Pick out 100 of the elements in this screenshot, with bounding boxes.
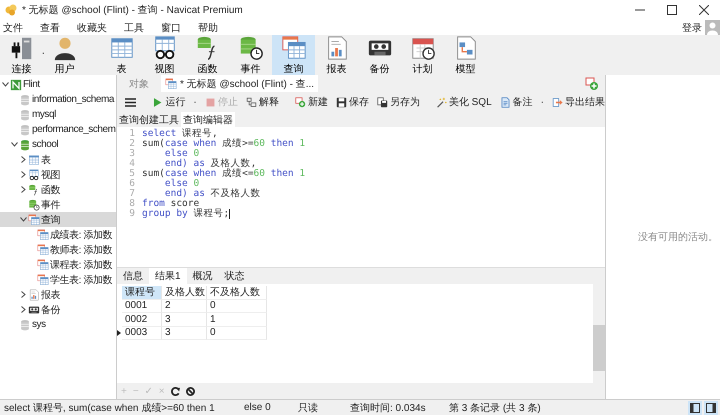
new-query-tab-icon[interactable] bbox=[585, 76, 599, 90]
table-cell: 0001 bbox=[122, 300, 162, 313]
line-number: 8 bbox=[128, 199, 136, 209]
line-number: 9 bbox=[128, 209, 136, 219]
cancel-icon[interactable] bbox=[186, 386, 195, 396]
line-number: 3 bbox=[128, 149, 136, 159]
code-line: sum(case when 成绩<=60 then 1 bbox=[142, 169, 306, 179]
code-line: select 课程号, bbox=[142, 129, 218, 139]
tree-item[interactable]: 成绩表: 添加数 bbox=[0, 227, 116, 242]
menu-item[interactable]: 文件 bbox=[0, 20, 29, 34]
tree-item[interactable]: 课程表: 添加数 bbox=[0, 257, 116, 272]
tree-item[interactable]: information_schema bbox=[0, 92, 116, 107]
tree-item[interactable]: 备份 bbox=[0, 302, 116, 317]
tree-label: 事件 bbox=[41, 198, 60, 212]
table-cell: 0 bbox=[207, 326, 267, 340]
editor-tab[interactable]: 查询编辑器 bbox=[181, 112, 235, 127]
tree-item[interactable]: 报表 bbox=[0, 287, 116, 302]
menu-item[interactable]: 窗口 bbox=[158, 20, 187, 34]
tree-item[interactable]: 事件 bbox=[0, 197, 116, 212]
menu-item[interactable]: 工具 bbox=[121, 20, 150, 34]
query-table-icon bbox=[37, 228, 49, 240]
status-text: 查询时间: 0.034s bbox=[349, 402, 427, 415]
close-icon[interactable] bbox=[699, 5, 709, 15]
toolbar-button[interactable]: 连接 · bbox=[0, 35, 43, 75]
menu-item[interactable]: 收藏夹 bbox=[74, 20, 113, 34]
tree-item[interactable]: 视图 bbox=[0, 167, 116, 182]
tree-label: 备份 bbox=[41, 304, 60, 316]
right-panel-toggle-icon[interactable] bbox=[704, 400, 718, 415]
table-cell: 0003 bbox=[122, 326, 162, 340]
open-database-icon bbox=[19, 138, 31, 150]
menu-item[interactable]: 帮助 bbox=[195, 20, 224, 34]
query-table-icon bbox=[28, 214, 40, 226]
dropdown-mark[interactable]: · bbox=[193, 96, 197, 108]
column-header[interactable]: 课程号 bbox=[122, 286, 162, 300]
stop-icon bbox=[204, 96, 216, 108]
table-cell: 0002 bbox=[122, 313, 162, 326]
toolbar-button[interactable]: 保存 bbox=[336, 95, 369, 109]
database-icon bbox=[19, 94, 31, 106]
tree-label: 视图 bbox=[41, 168, 60, 182]
tree-item[interactable]: 教师表: 添加数 bbox=[0, 242, 116, 257]
menu-icon[interactable] bbox=[125, 98, 136, 106]
line-number: 2 bbox=[128, 139, 136, 149]
editor-tab[interactable]: 查询创建工具 bbox=[117, 112, 181, 127]
menu-item[interactable]: 查看 bbox=[37, 20, 66, 34]
maximize-icon[interactable] bbox=[667, 5, 677, 15]
toolbar-button[interactable]: 模型 bbox=[444, 35, 487, 75]
table-cell: 3 bbox=[162, 313, 207, 326]
query-table-icon bbox=[37, 258, 49, 270]
tree-label: sys bbox=[32, 319, 46, 330]
tree-label: information_schema bbox=[32, 94, 114, 105]
toolbar-button[interactable]: 事件 bbox=[229, 35, 272, 75]
document-tab[interactable]: * 无标题 @school (Flint) - 查... bbox=[161, 75, 318, 92]
database-icon bbox=[19, 124, 31, 136]
result-tab[interactable]: 结果1 bbox=[149, 268, 187, 284]
tree-item[interactable]: 学生表: 添加数 bbox=[0, 272, 116, 287]
column-header[interactable]: 不及格人数 bbox=[207, 286, 267, 300]
login-link[interactable]: 登录 bbox=[682, 20, 702, 34]
toolbar-button[interactable]: 导出结果 bbox=[552, 95, 605, 109]
save-as-icon bbox=[376, 96, 388, 108]
toolbar-button[interactable]: 报表 bbox=[315, 35, 358, 75]
query-table-icon bbox=[165, 78, 177, 90]
toolbar-button[interactable]: 备份 bbox=[358, 35, 401, 75]
toolbar-button[interactable]: 表 bbox=[100, 35, 143, 75]
toolbar-button[interactable]: 运行 bbox=[152, 95, 186, 109]
play-icon bbox=[152, 96, 164, 108]
tree-item[interactable]: 表 bbox=[0, 152, 116, 167]
tree-item[interactable]: performance_schem bbox=[0, 122, 116, 137]
connection-logo-icon bbox=[10, 78, 22, 90]
tree-label: mysql bbox=[32, 109, 56, 120]
toolbar-button[interactable]: 解释 bbox=[246, 95, 279, 109]
code-line: from score bbox=[142, 199, 200, 209]
line-number: 7 bbox=[128, 189, 136, 199]
column-header[interactable]: 及格人数 bbox=[162, 286, 207, 300]
toolbar-button[interactable]: 新建 bbox=[294, 95, 328, 109]
code-line: end) as 及格人数, bbox=[164, 159, 256, 169]
tree-item[interactable]: mysql bbox=[0, 107, 116, 122]
dropdown-mark[interactable]: · bbox=[540, 96, 544, 108]
tree-item[interactable]: 函数 bbox=[0, 182, 116, 197]
toolbar-button[interactable]: 函数 bbox=[186, 35, 229, 75]
note-icon bbox=[500, 96, 511, 108]
tree-item[interactable]: Flint bbox=[0, 77, 116, 92]
tree-label: 教师表: 添加数 bbox=[50, 244, 112, 256]
code-line: else 0 bbox=[164, 149, 200, 159]
tree-label: 学生表: 添加数 bbox=[50, 274, 112, 286]
toolbar-button[interactable]: 美化 SQL bbox=[436, 95, 492, 109]
tree-item[interactable]: sys bbox=[0, 317, 116, 332]
left-panel-toggle-icon[interactable] bbox=[688, 400, 702, 415]
tree-label: Flint bbox=[23, 79, 40, 90]
toolbar-button[interactable]: 视图 bbox=[143, 35, 186, 75]
code-line: end) as 不及格人数 bbox=[164, 189, 261, 199]
refresh-icon[interactable] bbox=[170, 386, 180, 396]
toolbar-button[interactable]: 计划 bbox=[401, 35, 444, 75]
toolbar-button[interactable]: 备注 bbox=[500, 95, 533, 109]
toolbar-button[interactable]: 查询 bbox=[272, 35, 315, 75]
line-number: 5 bbox=[128, 169, 136, 179]
toolbar-button[interactable]: 另存为 bbox=[376, 95, 420, 109]
status-text: 只读 bbox=[297, 402, 319, 415]
dropdown-mark[interactable]: · bbox=[42, 48, 45, 59]
tree-item[interactable]: 查询 bbox=[0, 212, 116, 227]
tree-item[interactable]: school bbox=[0, 137, 116, 152]
